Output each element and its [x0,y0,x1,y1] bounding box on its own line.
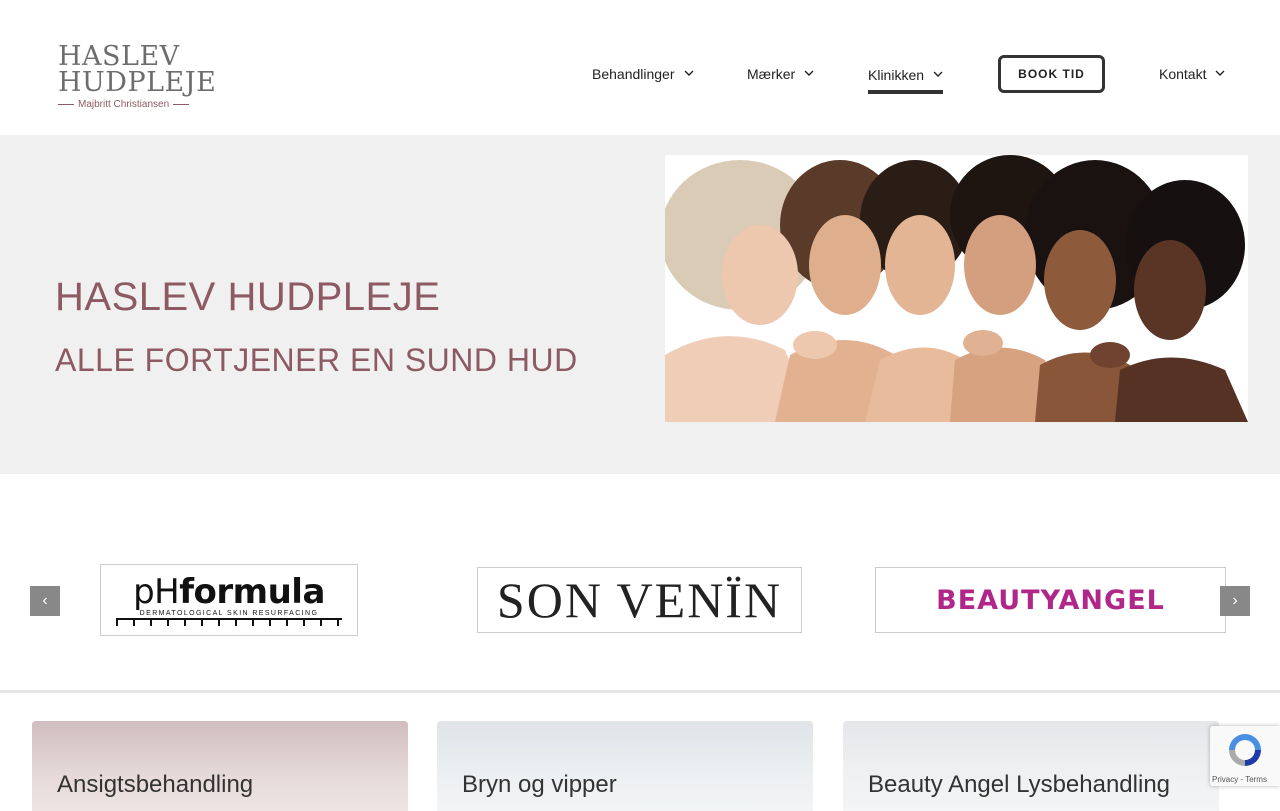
beauty-angel-wordmark: BEAUTYANGEL [936,584,1165,616]
chevron-down-icon [933,71,943,77]
phformula-formula: formula [179,571,325,612]
phformula-tagline: DERMATOLOGICAL SKIN RESURFACING [139,609,319,617]
hero-section: HASLEV HUDPLEJE ALLE FORTJENER EN SUND H… [0,135,1280,474]
recaptcha-links[interactable]: Privacy - Terms [1212,775,1267,784]
phformula-wordmark: pHformula [133,575,325,609]
chevron-left-icon: ‹ [42,592,48,609]
carousel-next-button[interactable]: › [1220,586,1250,616]
nav-item-maerker[interactable]: Mærker [747,55,814,93]
women-group-photo [665,155,1248,422]
book-tid-button[interactable]: BOOK TID [998,55,1105,93]
card-title: Bryn og vipper [462,771,617,798]
brand-logo-son-venin[interactable]: SON VENÏN [477,567,802,633]
brand-logo-beauty-angel[interactable]: BEAUTYANGEL [875,567,1226,633]
phformula-ruler [116,617,342,626]
chevron-down-icon [804,70,814,76]
nav-item-kontakt[interactable]: Kontakt [1159,55,1225,93]
nav-item-behandlinger[interactable]: Behandlinger [592,55,694,93]
logo-tagline: Majbritt Christiansen [58,99,208,110]
phformula-ph: pH [133,571,180,612]
brand-carousel: ‹ pHformula DERMATOLOGICAL SKIN RESURFAC… [0,474,1280,692]
chevron-down-icon [1215,70,1225,76]
nav-item-klinikken[interactable]: Klinikken [868,55,944,94]
son-venin-wordmark: SON VENÏN [496,572,783,628]
hero-subtitle: ALLE FORTJENER EN SUND HUD [55,342,578,378]
card-beauty-angel-lysbehandling[interactable]: Beauty Angel Lysbehandling [843,721,1219,811]
card-bryn-og-vipper[interactable]: Bryn og vipper [437,721,813,811]
card-title: Ansigtsbehandling [57,771,254,798]
nav-label: Mærker [747,66,796,82]
site-header: HASLEV HUDPLEJE Majbritt Christiansen Be… [0,0,1280,135]
hero-image [665,155,1248,422]
nav-label: Behandlinger [592,66,675,82]
chevron-down-icon [684,70,694,76]
logo-owner-name: Majbritt Christiansen [78,99,170,110]
brand-logo-phformula[interactable]: pHformula DERMATOLOGICAL SKIN RESURFACIN… [100,564,358,636]
carousel-prev-button[interactable]: ‹ [30,586,60,616]
card-ansigtsbehandling[interactable]: Ansigtsbehandling [32,721,408,811]
hero-title: HASLEV HUDPLEJE [55,275,441,319]
treatments-section: Ansigtsbehandling Bryn og vipper Beauty … [0,690,1280,811]
recaptcha-icon [1229,734,1261,766]
nav-label: Klinikken [868,66,925,83]
chevron-right-icon: › [1232,592,1238,609]
nav-label: Kontakt [1159,66,1207,82]
logo-divider-left [58,104,74,105]
main-navigation: Behandlinger Mærker Klinikken BOOK TID K… [0,55,1280,95]
logo-divider-right [173,104,190,105]
recaptcha-badge[interactable]: Privacy - Terms [1210,726,1280,786]
card-title: Beauty Angel Lysbehandling [868,771,1171,798]
